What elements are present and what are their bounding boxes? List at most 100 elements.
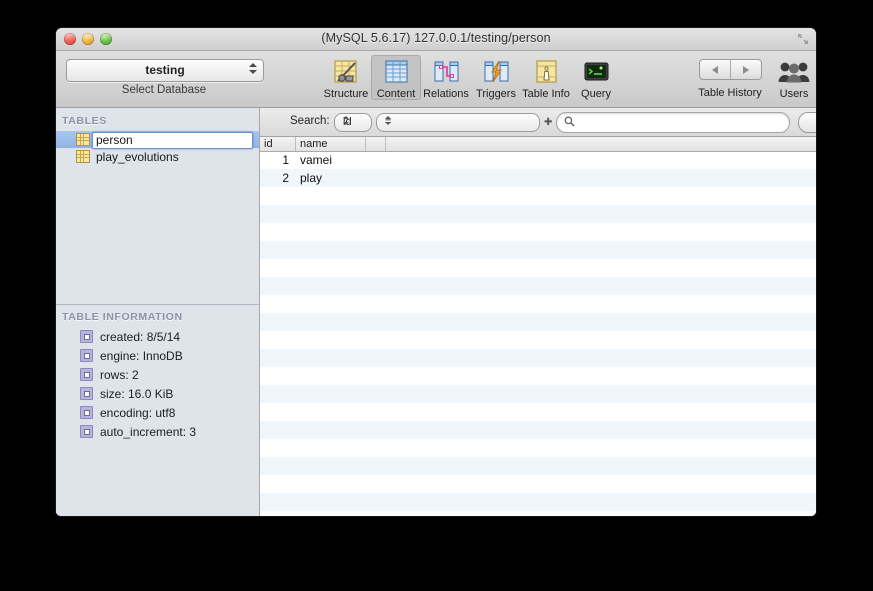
table-row[interactable]: 1 vamei	[260, 151, 816, 169]
grid-body[interactable]: 1 vamei 2 play	[260, 151, 816, 516]
table-information-pane: TABLE INFORMATION created: 8/5/14 engine…	[56, 304, 259, 516]
table-info-icon	[521, 57, 571, 87]
table-history-label: Table History	[698, 87, 762, 99]
triangle-right-icon	[743, 65, 749, 74]
search-input[interactable]	[556, 112, 790, 133]
info-bullet-icon	[80, 406, 93, 419]
info-bullet-icon	[80, 349, 93, 362]
empty-row	[260, 421, 816, 439]
empty-row	[260, 241, 816, 259]
empty-row	[260, 259, 816, 277]
toolbar-label: Content	[376, 88, 416, 100]
search-label: Search:	[290, 115, 330, 127]
toolbar-tabs: Structure Content Relations Triggers Tab…	[321, 55, 621, 100]
table-name: play_evolutions	[96, 149, 179, 164]
column-header-id[interactable]: id	[260, 137, 296, 151]
filter-button[interactable]: Filter	[798, 112, 816, 133]
toolbar-item-structure[interactable]: Structure	[321, 55, 371, 100]
empty-row	[260, 277, 816, 295]
info-text: engine: InnoDB	[100, 348, 183, 363]
column-header-filler	[366, 137, 386, 151]
search-bar: Search: id = ✚	[260, 108, 816, 137]
chevron-updown-icon	[385, 116, 534, 125]
info-row: auto_increment: 3	[56, 422, 259, 441]
cell-id[interactable]: 1	[260, 153, 296, 167]
info-row: engine: InnoDB	[56, 346, 259, 365]
table-history-back-button[interactable]	[700, 60, 730, 79]
info-bullet-icon	[80, 387, 93, 400]
info-row: rows: 2	[56, 365, 259, 384]
table-history-control[interactable]	[699, 59, 762, 80]
empty-row	[260, 313, 816, 331]
info-text: created: 8/5/14	[100, 329, 181, 344]
sidebar-splitter[interactable]	[56, 304, 259, 305]
empty-row	[260, 187, 816, 205]
toolbar-item-relations[interactable]: Relations	[421, 55, 471, 100]
database-selector[interactable]: testing	[66, 59, 264, 82]
empty-row	[260, 457, 816, 475]
info-bullet-icon	[80, 368, 93, 381]
plus-small-icon[interactable]: ✚	[544, 117, 552, 128]
info-row: created: 8/5/14	[56, 327, 259, 346]
search-field-selector[interactable]: id	[334, 113, 372, 132]
table-row[interactable]: 2 play	[260, 169, 816, 187]
cell-id[interactable]: 2	[260, 171, 296, 185]
toolbar-label: Triggers	[476, 88, 516, 100]
empty-row	[260, 403, 816, 421]
column-header-empty	[386, 137, 816, 151]
database-selector-label: Select Database	[121, 84, 207, 96]
tables-pane: TABLES person play_evolutions	[56, 108, 259, 304]
content-pane: Search: id = ✚ id name 1 vamei 2 play	[260, 108, 816, 516]
empty-row	[260, 493, 816, 511]
info-bullet-icon	[80, 330, 93, 343]
toolbar-label: Table Info	[522, 88, 570, 100]
table-name: person	[96, 132, 133, 147]
info-text: encoding: utf8	[100, 405, 176, 420]
column-header-name[interactable]: name	[296, 137, 366, 151]
table-grid-icon	[76, 133, 90, 146]
database-selector-value: testing	[145, 63, 185, 77]
toolbar-item-table-info[interactable]: Table Info	[521, 55, 571, 100]
toolbar-label: Users	[779, 88, 809, 100]
sidebar-table-play-evolutions[interactable]: play_evolutions	[56, 148, 259, 165]
table-information-header: TABLE INFORMATION	[62, 311, 183, 323]
search-icon	[564, 116, 575, 127]
empty-row	[260, 349, 816, 367]
info-text: auto_increment: 3	[100, 424, 197, 439]
empty-row	[260, 367, 816, 385]
main-toolbar: testing Select Database Structure Conten…	[56, 51, 816, 108]
toolbar-item-content[interactable]: Content	[371, 55, 421, 100]
query-terminal-icon	[571, 57, 621, 87]
table-grid-icon	[76, 150, 90, 163]
info-bullet-icon	[80, 425, 93, 438]
toolbar-label: Relations	[423, 88, 469, 100]
empty-row	[260, 205, 816, 223]
toolbar-item-query[interactable]: Query	[571, 55, 621, 100]
screen: (MySQL 5.6.17) 127.0.0.1/testing/person …	[0, 0, 873, 591]
grid-header: id name	[260, 137, 816, 152]
expand-arrows-icon[interactable]	[797, 33, 809, 45]
empty-row	[260, 295, 816, 313]
cell-name[interactable]: vamei	[296, 153, 366, 167]
toolbar-item-triggers[interactable]: Triggers	[471, 55, 521, 100]
users-icon	[772, 57, 816, 87]
search-operator-selector[interactable]: =	[376, 113, 540, 132]
table-history-forward-button[interactable]	[730, 60, 761, 79]
title-bar: (MySQL 5.6.17) 127.0.0.1/testing/person	[56, 28, 816, 51]
empty-row	[260, 223, 816, 241]
sidebar-table-person[interactable]: person	[56, 131, 259, 149]
content-table-icon	[371, 57, 421, 87]
toolbar-item-users[interactable]: Users	[772, 55, 816, 100]
empty-row	[260, 331, 816, 349]
structure-icon	[321, 57, 371, 87]
cell-name[interactable]: play	[296, 171, 366, 185]
triangle-left-icon	[712, 65, 718, 74]
toolbar-label: Structure	[323, 88, 369, 100]
window-body: TABLES person play_evolutions TABLE INFO…	[56, 108, 816, 516]
tables-header: TABLES	[62, 115, 107, 127]
toolbar-right-group: Users conso le off Console	[772, 55, 816, 100]
triggers-icon	[471, 57, 521, 87]
info-row: encoding: utf8	[56, 403, 259, 422]
sidebar: TABLES person play_evolutions TABLE INFO…	[56, 108, 260, 516]
empty-row	[260, 439, 816, 457]
